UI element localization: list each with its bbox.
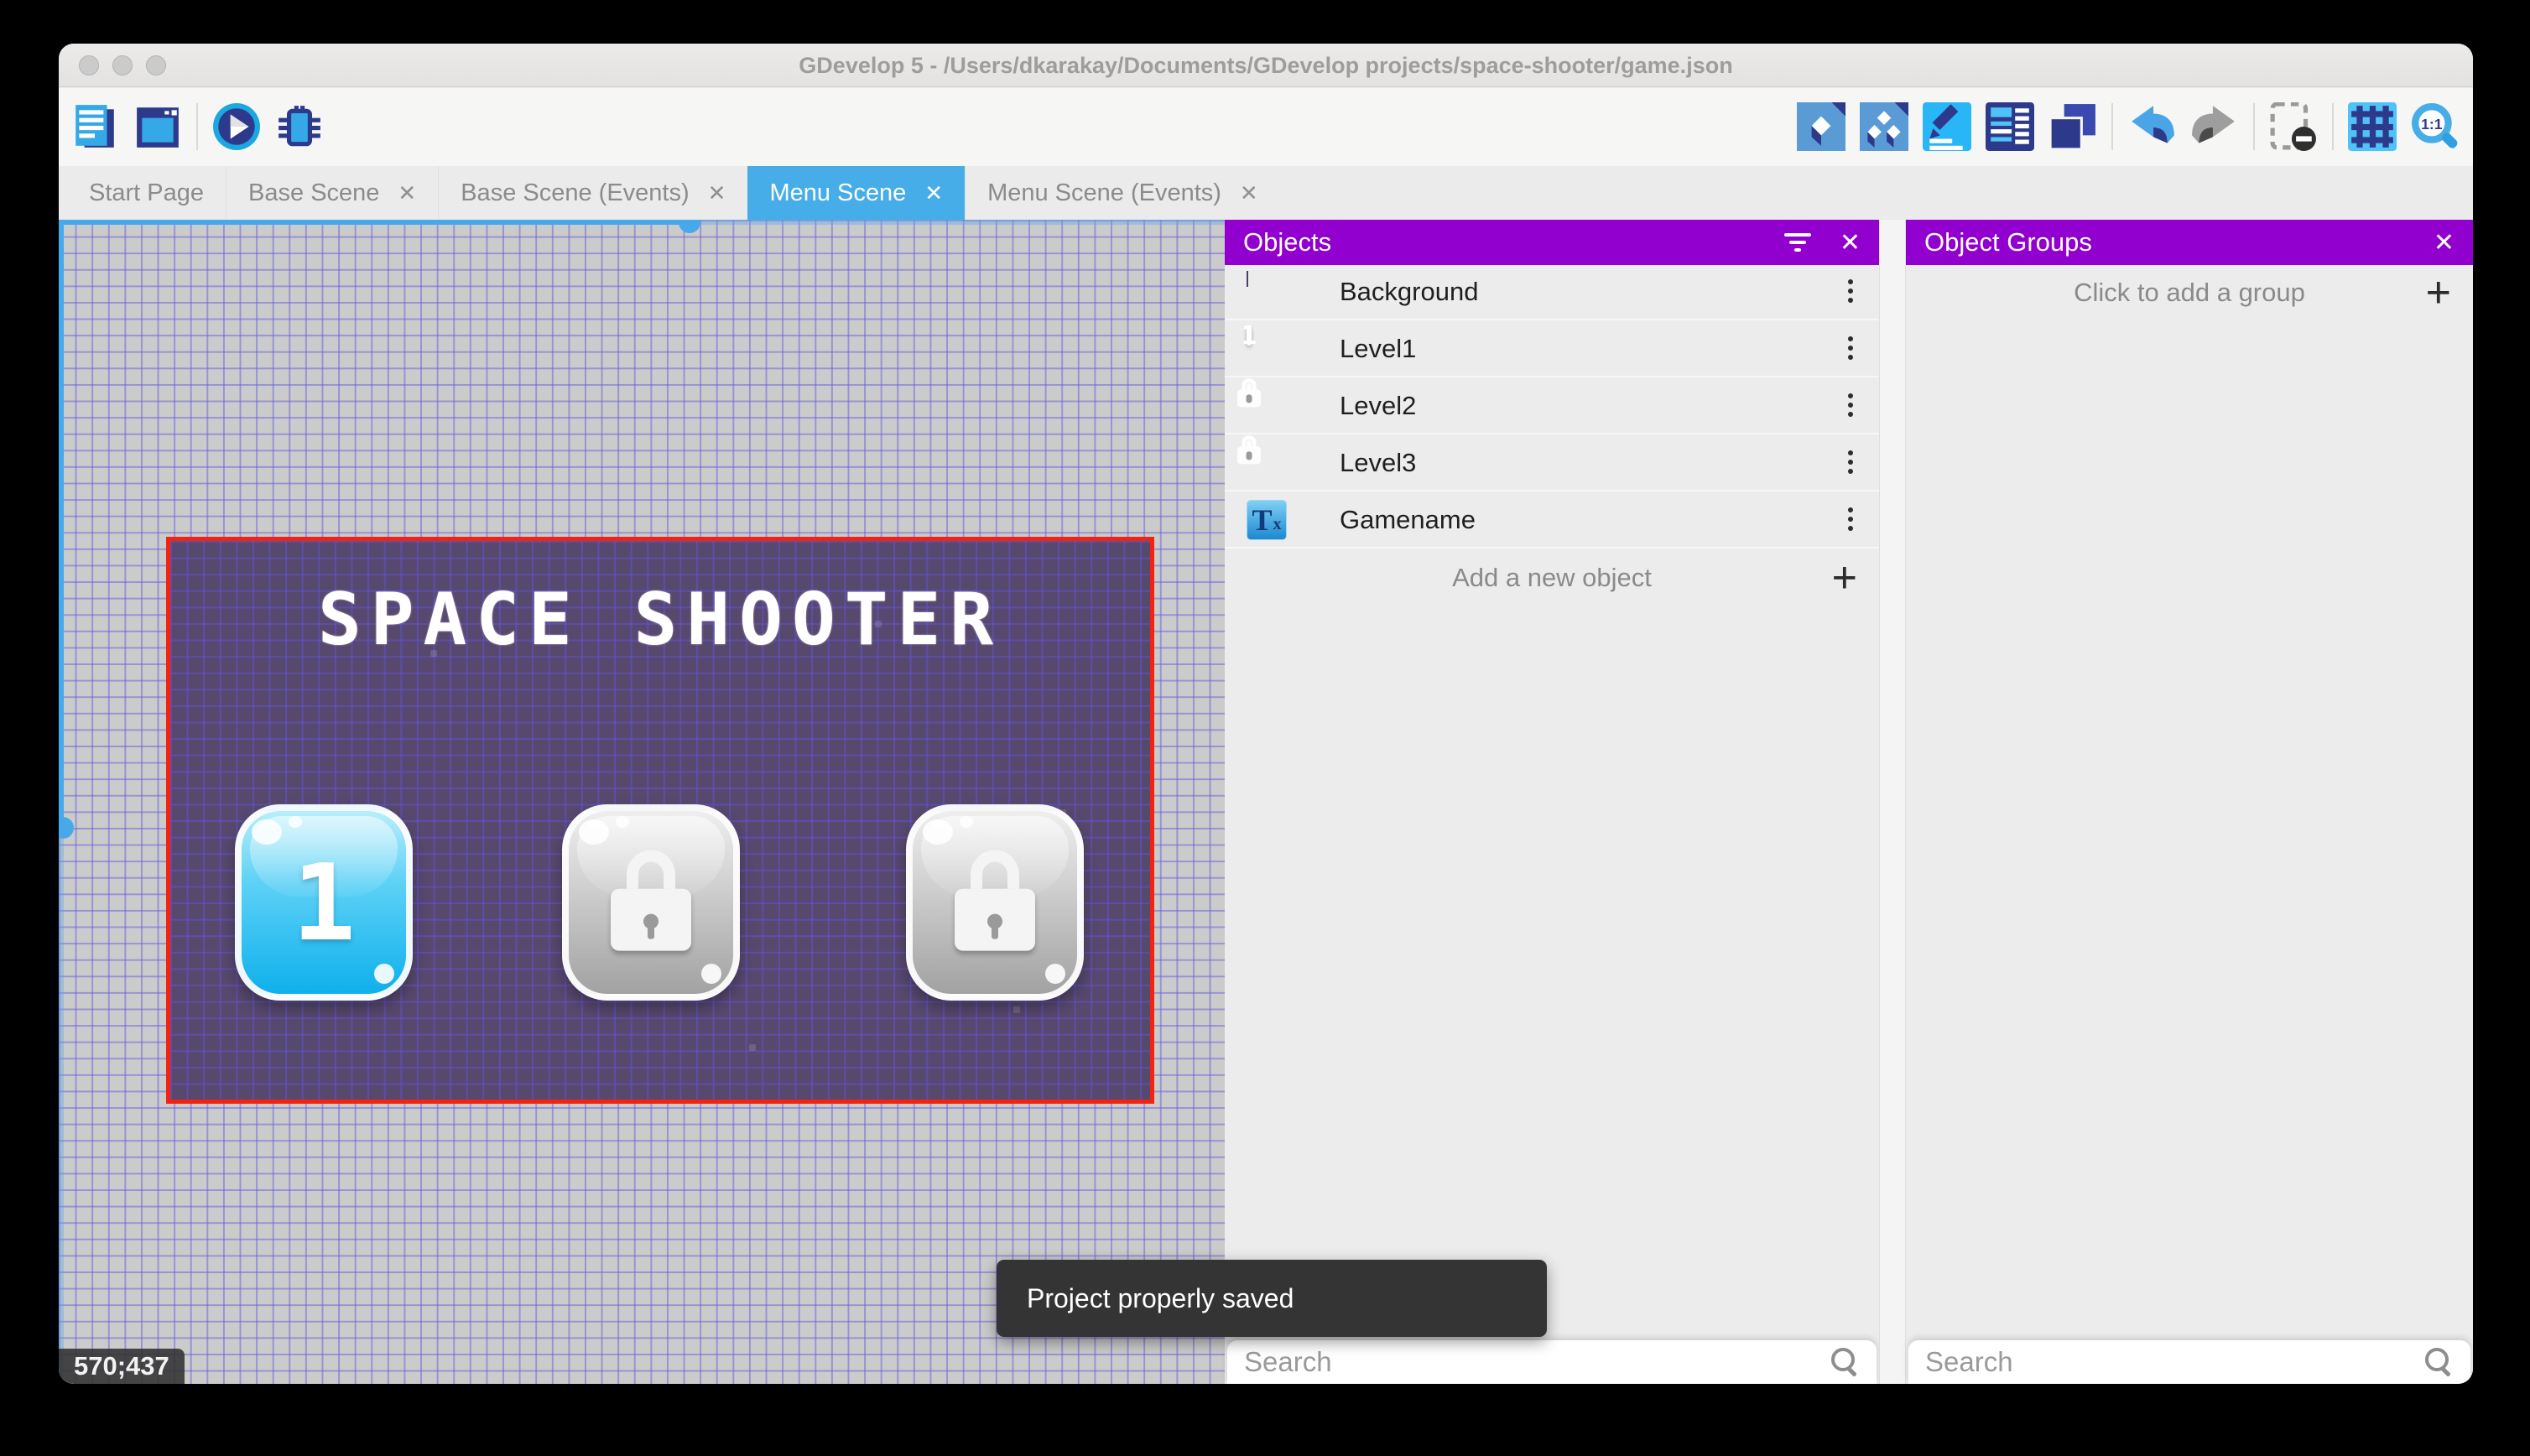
object-row-level1[interactable]: 1 Level1 xyxy=(1225,322,1879,377)
tab-close-icon[interactable]: ✕ xyxy=(398,180,416,206)
object-row-gamename[interactable]: Tx Gamename xyxy=(1225,493,1879,549)
tab-base-scene[interactable]: Base Scene✕ xyxy=(226,166,438,220)
objects-editor-icon[interactable] xyxy=(1797,102,1845,151)
objects-panel: Objects ✕ Background 1 Level1 Level2 xyxy=(1225,220,1879,1384)
tab-base-scene-events[interactable]: Base Scene (Events)✕ xyxy=(438,166,747,220)
kebab-menu-icon[interactable] xyxy=(1847,279,1854,304)
toolbar-separator xyxy=(2111,103,2113,150)
search-icon[interactable] xyxy=(2425,1348,2454,1376)
add-group-button[interactable]: Click to add a group + xyxy=(1906,265,2473,320)
title-bar: GDevelop 5 - /Users/dkarakay/Documents/G… xyxy=(59,44,2473,87)
play-preview-icon[interactable] xyxy=(212,102,261,151)
groups-search-bar xyxy=(1908,1340,2470,1384)
objects-search-input[interactable] xyxy=(1244,1346,1831,1378)
objects-panel-title: Objects xyxy=(1243,227,1784,257)
editor-content: SPACE SHOOTER 1 570; xyxy=(59,220,2473,1384)
cursor-coordinates: 570;437 xyxy=(59,1349,185,1384)
object-groups-panel: Object Groups ✕ Click to add a group + xyxy=(1906,220,2473,1384)
objects-panel-header: Objects ✕ xyxy=(1225,220,1879,265)
kebab-menu-icon[interactable] xyxy=(1847,393,1854,419)
svg-text:1:1: 1:1 xyxy=(2421,116,2443,133)
close-icon[interactable]: ✕ xyxy=(1840,228,1861,257)
tab-close-icon[interactable]: ✕ xyxy=(924,180,943,206)
tab-menu-scene-events[interactable]: Menu Scene (Events)✕ xyxy=(965,166,1280,220)
properties-editor-icon[interactable] xyxy=(1923,102,1971,151)
close-icon[interactable]: ✕ xyxy=(2434,228,2455,257)
level3-button-instance[interactable] xyxy=(906,804,1084,1001)
window-title: GDevelop 5 - /Users/dkarakay/Documents/G… xyxy=(59,44,2473,87)
instances-list-icon[interactable] xyxy=(1986,102,2034,151)
toolbar-separator xyxy=(2253,103,2255,150)
level1-thumbnail: 1 xyxy=(1247,329,1287,369)
objects-search-bar xyxy=(1227,1340,1877,1384)
editor-tabs: Start Page Base Scene✕ Base Scene (Event… xyxy=(59,166,2473,220)
redo-icon[interactable] xyxy=(2190,102,2239,151)
tab-menu-scene[interactable]: Menu Scene✕ xyxy=(747,166,965,220)
level1-button-instance[interactable]: 1 xyxy=(235,804,413,1001)
layers-editor-icon[interactable] xyxy=(2048,102,2097,151)
hscroll-knob[interactable] xyxy=(679,220,700,233)
tab-close-icon[interactable]: ✕ xyxy=(1240,180,1258,206)
vscroll-knob[interactable] xyxy=(59,817,74,839)
scene-canvas[interactable]: SPACE SHOOTER 1 570; xyxy=(59,220,1225,1384)
debug-icon[interactable] xyxy=(275,102,324,151)
object-row-background[interactable]: Background xyxy=(1225,265,1879,320)
scene-window-border[interactable]: SPACE SHOOTER 1 xyxy=(166,537,1154,1104)
object-groups-panel-title: Object Groups xyxy=(1924,227,2405,257)
gdevelop-window: GDevelop 5 - /Users/dkarakay/Documents/G… xyxy=(59,44,2473,1384)
project-manager-icon[interactable] xyxy=(70,102,119,151)
level2-thumbnail xyxy=(1247,386,1287,426)
filter-icon[interactable] xyxy=(1784,233,1811,252)
window-mask-icon[interactable] xyxy=(2269,102,2318,151)
object-row-level2[interactable]: Level2 xyxy=(1225,379,1879,434)
plus-icon: + xyxy=(2426,271,2451,315)
object-row-level3[interactable]: Level3 xyxy=(1225,436,1879,491)
tab-close-icon[interactable]: ✕ xyxy=(708,180,726,206)
search-icon[interactable] xyxy=(1831,1348,1860,1376)
groups-search-input[interactable] xyxy=(1925,1346,2425,1378)
level3-thumbnail xyxy=(1247,443,1287,483)
save-toast: Project properly saved xyxy=(997,1260,1547,1337)
gamename-text-instance[interactable]: SPACE SHOOTER xyxy=(170,578,1150,662)
grid-icon[interactable] xyxy=(2348,102,2397,151)
object-groups-panel-header: Object Groups ✕ xyxy=(1906,220,2473,265)
add-new-object-button[interactable]: Add a new object + xyxy=(1225,550,1879,606)
kebab-menu-icon[interactable] xyxy=(1847,336,1854,361)
lock-icon xyxy=(955,850,1035,951)
main-toolbar: 1:1 xyxy=(59,88,2473,166)
toolbar-separator xyxy=(2332,103,2334,150)
undo-icon[interactable] xyxy=(2127,102,2176,151)
canvas-vertical-scrollbar[interactable] xyxy=(59,220,64,1384)
lock-icon xyxy=(611,850,691,951)
canvas-horizontal-scrollbar[interactable] xyxy=(59,220,1225,225)
level2-button-instance[interactable] xyxy=(562,804,740,1001)
gamename-thumbnail: Tx xyxy=(1247,500,1287,540)
plus-icon: + xyxy=(1832,556,1857,600)
toolbar-separator xyxy=(196,103,198,150)
zoom-1-1-icon[interactable]: 1:1 xyxy=(2411,102,2460,151)
start-page-icon[interactable] xyxy=(133,102,182,151)
background-thumbnail xyxy=(1247,272,1287,312)
kebab-menu-icon[interactable] xyxy=(1847,450,1854,476)
panel-divider xyxy=(1879,220,1906,1384)
tab-start-page[interactable]: Start Page xyxy=(67,166,226,220)
object-groups-editor-icon[interactable] xyxy=(1860,102,1908,151)
kebab-menu-icon[interactable] xyxy=(1847,507,1854,533)
